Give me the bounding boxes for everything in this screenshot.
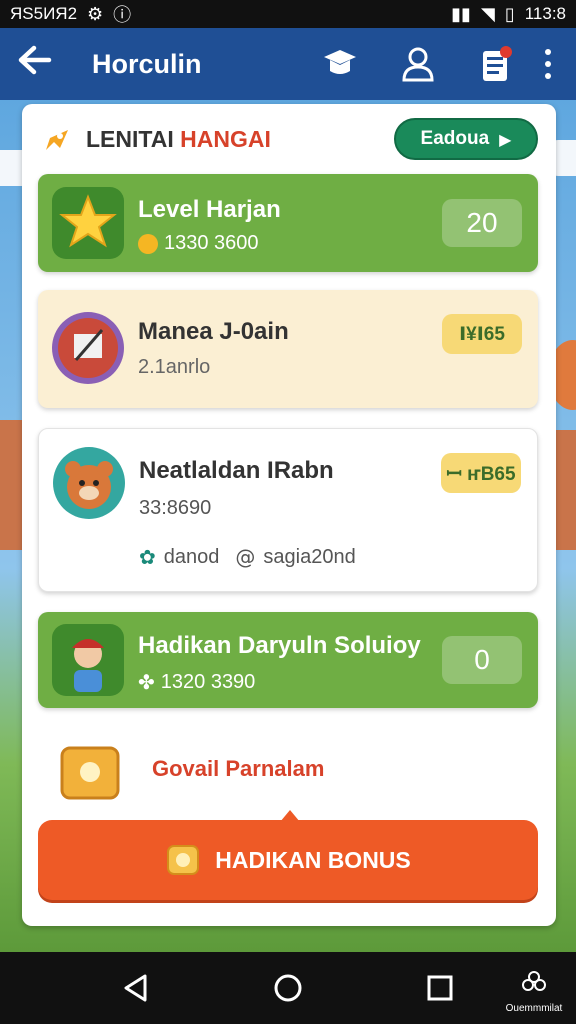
wifi-icon: ◥ <box>480 3 495 25</box>
leaderboard-panel: LENITAI HANGAI Eadoua ▶ Level Harjan 133… <box>22 104 556 926</box>
more-options-icon[interactable] <box>538 49 558 79</box>
avatar <box>52 312 124 384</box>
panel-title-part1: LENITAI <box>86 125 174 152</box>
list-item-name: Manea J-0ain <box>138 318 289 345</box>
list-item-name: Level Harjan <box>138 196 281 223</box>
bonus-coin-icon <box>167 845 200 875</box>
list-item-meta-a: danod <box>163 545 220 568</box>
claim-bonus-button[interactable]: HADIKAN BONUS <box>38 820 538 900</box>
battery-icon: ▯ <box>504 3 515 25</box>
panel-header-button-label: Eadoua <box>420 128 490 149</box>
treasure-chest-icon <box>58 740 124 802</box>
list-item-meta: ✿ danod @ sagia20nd <box>139 545 356 569</box>
nav-home-icon[interactable] <box>263 963 313 1013</box>
back-arrow-icon[interactable] <box>18 44 66 84</box>
alert-status-icon: ⓘ <box>113 5 132 26</box>
star-icon <box>52 187 124 259</box>
share-icon: ✿ <box>139 545 156 569</box>
list-item-sub-text: 2.1anrlo <box>138 356 211 378</box>
profile-icon[interactable] <box>390 40 446 88</box>
list-item-score: 0 <box>442 636 522 684</box>
list-item-sub: 33:8690 <box>139 497 211 520</box>
rocket-icon <box>46 130 68 150</box>
nav-recents-icon[interactable] <box>415 963 465 1013</box>
list-item-sub: 1330 3600 <box>138 232 259 255</box>
list-item[interactable]: Hadikan Daryuln Soluioy ✤ 1320 3390 0 <box>38 612 538 708</box>
signal-icon: ▮▮ <box>451 3 471 25</box>
panel-title-part2: HANGAI <box>180 125 271 152</box>
panel-title: LENITAI HANGAI <box>86 126 394 153</box>
list-item-sub: 2.1anrlo <box>138 356 210 379</box>
handshake-icon: ✤ <box>138 670 155 694</box>
nav-extra[interactable]: Ouemmmilat <box>498 968 570 1014</box>
list-item[interactable]: Manea J-0ain 2.1anrlo Ⅰ¥Ⅰ65 <box>38 290 538 408</box>
app-bar: Horculin <box>0 28 576 100</box>
list-item-sub-text: 1330 3600 <box>164 232 259 254</box>
avatar <box>53 447 125 519</box>
notebook-icon[interactable] <box>468 40 524 88</box>
nav-extra-label: Ouemmmilat <box>505 1003 563 1014</box>
avatar <box>52 624 124 696</box>
list-item-meta-b: sagia20nd <box>263 545 356 568</box>
settings-status-icon: ⚙ <box>87 3 104 25</box>
list-item-name: Hadikan Daryuln Soluioy <box>138 632 421 659</box>
list-item-name: Neatlaldan IRabn <box>139 457 334 484</box>
list-item[interactable]: Neatlaldan IRabn 33:8690 ✿ danod @ sagia… <box>38 428 538 592</box>
list-item[interactable]: Level Harjan 1330 3600 20 <box>38 174 538 272</box>
nav-back-icon[interactable] <box>111 963 161 1013</box>
list-item-sub: ✤ 1320 3390 <box>138 670 255 694</box>
flower-icon <box>522 971 546 991</box>
panel-header-button[interactable]: Eadoua ▶ <box>394 118 538 160</box>
coin-icon <box>138 233 158 254</box>
bonus-label: Govail Parnalam <box>152 756 325 781</box>
app-title: Horculin <box>92 48 202 79</box>
list-item-sub-text: 1320 3390 <box>160 670 256 693</box>
claim-bonus-label: HADIKAN BONUS <box>215 846 411 873</box>
status-time: 113:8 <box>524 4 566 23</box>
system-nav-bar <box>0 952 576 1024</box>
list-item-score: 20 <box>442 199 522 247</box>
panel-header: LENITAI HANGAI Eadoua ▶ <box>22 104 556 174</box>
graduation-cap-icon[interactable] <box>312 40 368 88</box>
list-item-score: Ⅰ¥Ⅰ65 <box>442 314 522 354</box>
list-item-sub-text: 33:8690 <box>139 497 212 519</box>
list-item-score: ꟷ ҥB65 <box>441 453 521 493</box>
at-icon: @ <box>235 545 256 569</box>
status-left-text: ЯS5ИЯ2 <box>10 4 78 23</box>
chevron-right-icon: ▶ <box>499 129 512 149</box>
status-bar: ЯS5ИЯ2 ⚙ ⓘ ▮▮ ◥ ▯ 113:8 <box>0 0 576 28</box>
